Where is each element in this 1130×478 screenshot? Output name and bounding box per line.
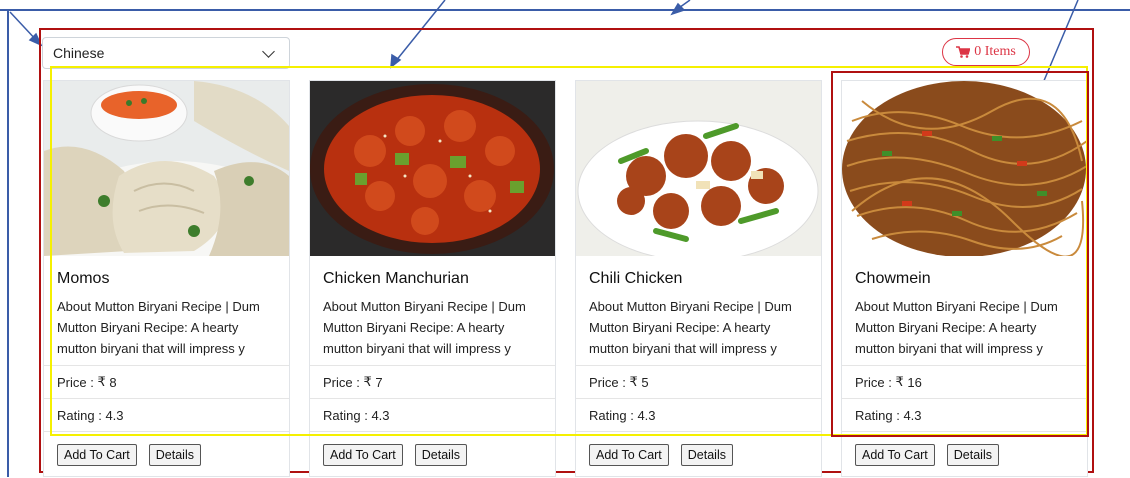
cart-count: 0 Items [974, 44, 1016, 59]
cart-button[interactable]: 0 Items [942, 38, 1030, 66]
details-button[interactable]: Details [680, 444, 733, 466]
add-to-cart-button[interactable]: Add To Cart [57, 444, 137, 466]
single-card-highlight [831, 71, 1089, 437]
add-to-cart-button[interactable]: Add To Cart [323, 444, 403, 466]
details-button[interactable]: Details [946, 444, 999, 466]
category-select[interactable]: Chinese [42, 37, 290, 69]
category-select-value: Chinese [53, 45, 105, 61]
chevron-down-icon [262, 44, 275, 58]
add-to-cart-button[interactable]: Add To Cart [855, 444, 935, 466]
details-button[interactable]: Details [148, 444, 201, 466]
details-button[interactable]: Details [414, 444, 467, 466]
cart-icon [956, 46, 971, 58]
add-to-cart-button[interactable]: Add To Cart [589, 444, 669, 466]
